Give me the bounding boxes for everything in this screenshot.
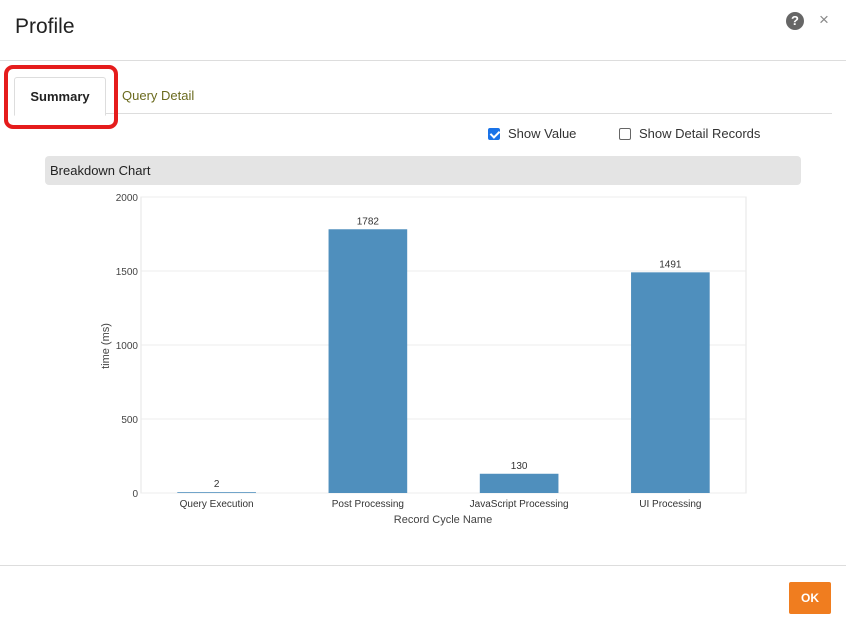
bar-value-label: 1491 [659,259,682,270]
dialog-title: Profile [15,15,75,38]
show-detail-records-label: Show Detail Records [639,126,761,141]
tab-summary[interactable]: Summary [14,77,106,116]
y-tick-label: 0 [132,489,138,500]
close-icon[interactable]: × [819,11,829,29]
show-value-checkbox[interactable] [488,127,500,140]
bar [479,473,559,493]
y-tick-label: 500 [121,415,138,426]
ok-button[interactable]: OK [789,582,831,614]
show-detail-records-option[interactable]: Show Detail Records [619,126,760,141]
bar-value-label: 1782 [357,216,380,227]
x-axis-title: Record Cycle Name [394,514,492,526]
y-tick-label: 1500 [116,267,139,278]
y-axis-title: time (ms) [100,323,112,369]
show-value-label: Show Value [508,126,577,141]
plot-area [140,196,747,494]
footer-divider [0,565,846,566]
y-tick-label: 1000 [116,341,139,352]
x-tick-label: UI Processing [639,499,701,510]
y-tick-label: 2000 [116,193,139,204]
bar [328,229,408,493]
bar [177,492,256,493]
bar-value-label: 130 [511,461,528,472]
x-tick-label: Post Processing [332,499,404,510]
header-divider [0,60,846,61]
show-value-option[interactable]: Show Value [488,126,576,141]
x-tick-label: JavaScript Processing [470,499,569,510]
breakdown-chart-header: Breakdown Chart [45,156,801,185]
bar-value-label: 2 [214,479,220,490]
help-icon[interactable]: ? [786,12,804,30]
show-detail-records-checkbox[interactable] [619,127,631,140]
tabs-divider [14,113,832,114]
x-tick-label: Query Execution [180,499,254,510]
bar [631,272,710,493]
tab-query-detail[interactable]: Query Detail [122,88,194,103]
